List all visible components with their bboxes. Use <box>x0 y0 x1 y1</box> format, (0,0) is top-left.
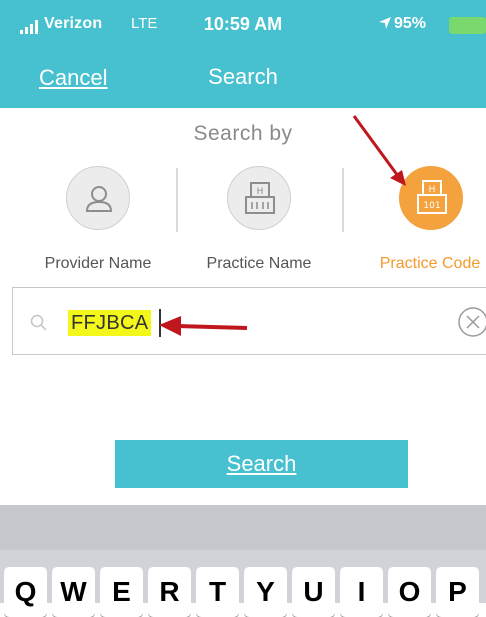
battery-icon <box>449 17 486 34</box>
search-input-value[interactable]: FFJBCA <box>68 310 152 336</box>
option-label-practice-name: Practice Name <box>206 255 312 272</box>
building-icon: H <box>227 166 291 230</box>
key-w[interactable]: W <box>52 567 95 617</box>
search-button[interactable]: Search <box>115 440 408 488</box>
option-label-provider-name: Provider Name <box>44 255 152 272</box>
option-practice-name[interactable]: H Practice Name <box>179 166 339 284</box>
key-u[interactable]: U <box>292 567 335 617</box>
status-bar: Verizon LTE 10:59 AM 95% <box>0 0 486 44</box>
key-i[interactable]: I <box>340 567 383 617</box>
page-title: Search <box>208 64 278 89</box>
text-cursor <box>159 309 161 337</box>
option-provider-name[interactable]: Provider Name <box>18 166 178 284</box>
battery-percent: 95% <box>394 15 427 32</box>
search-icon <box>30 314 47 331</box>
clear-icon[interactable] <box>456 305 486 339</box>
person-icon <box>66 166 130 230</box>
location-arrow-icon <box>379 17 391 29</box>
keyboard: Q W E R T Y U I O P <box>0 505 486 617</box>
key-t[interactable]: T <box>196 567 239 617</box>
search-by-heading: Search by <box>193 122 293 145</box>
key-o[interactable]: O <box>388 567 431 617</box>
option-divider <box>342 168 344 232</box>
svg-text:H: H <box>429 185 436 195</box>
option-practice-code[interactable]: H 101 Practice Code <box>346 166 486 284</box>
option-divider <box>176 168 178 232</box>
svg-text:H: H <box>257 187 264 197</box>
key-e[interactable]: E <box>100 567 143 617</box>
keyboard-suggestion-bar <box>0 505 486 550</box>
key-q[interactable]: Q <box>4 567 47 617</box>
key-r[interactable]: R <box>148 567 191 617</box>
key-p[interactable]: P <box>436 567 479 617</box>
option-label-practice-code: Practice Code <box>379 255 481 272</box>
key-y[interactable]: Y <box>244 567 287 617</box>
svg-text:101: 101 <box>423 201 440 211</box>
navigation-bar: Cancel Search <box>0 44 486 108</box>
app-header: Verizon LTE 10:59 AM 95% Cancel Search <box>0 0 486 108</box>
search-field[interactable]: FFJBCA <box>12 287 486 355</box>
search-button-label: Search <box>226 451 297 476</box>
building-code-icon: H 101 <box>399 166 463 230</box>
